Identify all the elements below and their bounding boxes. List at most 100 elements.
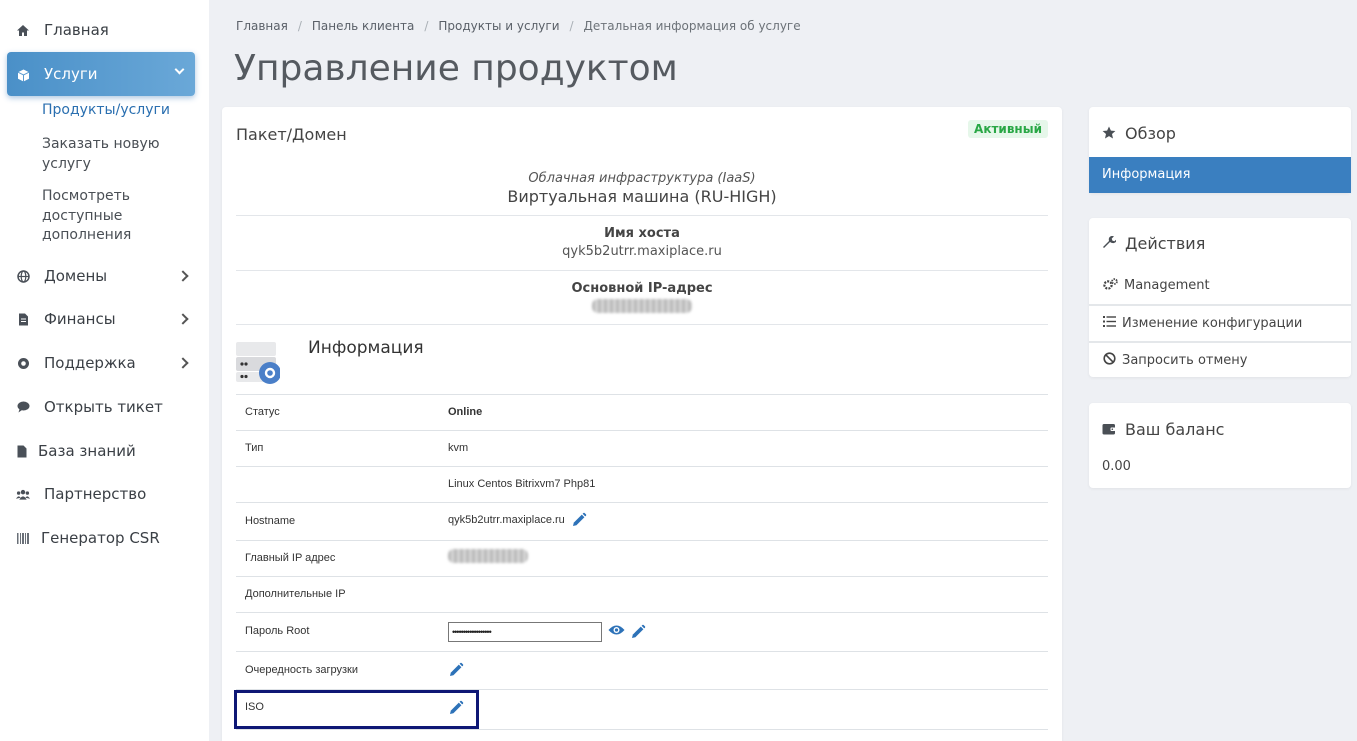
table-row: Очередность загрузки <box>236 651 1048 689</box>
chevron-right-icon <box>177 270 189 282</box>
table-row: Статус Online <box>236 394 1048 430</box>
table-row: Тип kvm <box>236 430 1048 466</box>
table-row: Hostname qyk5b2utrr.maxiplace.ru <box>236 502 1048 540</box>
balance-title-text: Ваш баланс <box>1125 420 1225 439</box>
action-label: Запросить отмену <box>1122 353 1248 368</box>
action-request-cancellation[interactable]: Запросить отмену <box>1089 341 1351 378</box>
sidebar-item-label: Открыть тикет <box>44 398 163 416</box>
star-icon <box>1102 124 1116 143</box>
info-heading: Информация <box>308 338 424 358</box>
sidebar-item-csr-generator[interactable]: Генератор CSR <box>0 528 209 548</box>
sidebar-item-label: Партнерство <box>44 485 147 503</box>
status-badge: Активный <box>968 120 1048 138</box>
comment-icon <box>16 400 30 414</box>
sidebar-item-label: Услуги <box>44 65 98 83</box>
home-icon <box>16 23 30 37</box>
sidebar-item-open-ticket[interactable]: Открыть тикет <box>0 397 209 417</box>
action-label: Management <box>1124 278 1210 293</box>
cube-icon <box>17 67 30 82</box>
table-row: Дополнительные IP <box>236 576 1048 612</box>
table-row: Linux Centos Bitrixvm7 Php81 <box>236 466 1048 502</box>
sidebar-item-services[interactable]: Услуги <box>7 52 195 96</box>
subitem-order-new[interactable]: Заказать новую услугу <box>42 135 192 174</box>
hostname-value: qyk5b2utrr.maxiplace.ru <box>562 244 722 259</box>
eye-icon[interactable] <box>608 624 625 640</box>
sidebar-item-label: Финансы <box>44 310 116 328</box>
breadcrumb-home[interactable]: Главная <box>236 19 288 33</box>
row-value: Linux Centos Bitrixvm7 Php81 <box>448 478 596 490</box>
chevron-down-icon <box>174 64 185 75</box>
actions-title: Действия <box>1102 234 1205 253</box>
lifebuoy-icon <box>16 356 30 370</box>
hostname-label: Имя хоста <box>604 226 680 241</box>
subitem-addons[interactable]: Посмотреть доступные дополнения <box>42 187 192 246</box>
package-title: Пакет/Домен <box>236 125 347 144</box>
breadcrumb-client-area[interactable]: Панель клиента <box>312 19 414 33</box>
edit-password-icon[interactable] <box>630 624 646 640</box>
sidebar-item-domains[interactable]: Домены <box>0 266 209 286</box>
breadcrumb-current: Детальная информация об услуге <box>583 19 801 33</box>
divider <box>236 324 1048 325</box>
password-cell <box>448 622 646 642</box>
breadcrumb: Главная / Панель клиента / Продукты и ус… <box>236 19 801 33</box>
wallet-icon <box>1102 420 1116 439</box>
ban-icon <box>1103 352 1116 369</box>
table-row <box>236 729 1048 741</box>
sidebar-item-label: Генератор CSR <box>41 529 160 547</box>
balance-title: Ваш баланс <box>1102 420 1224 439</box>
primary-ip-label: Основной IP-адрес <box>571 281 713 296</box>
product-category: Облачная инфраструктура (IaaS) <box>528 171 756 186</box>
action-change-config[interactable]: Изменение конфигурации <box>1089 304 1351 341</box>
edit-hostname-icon[interactable] <box>571 512 587 528</box>
overview-title: Обзор <box>1102 124 1176 143</box>
hostname-cell: qyk5b2utrr.maxiplace.ru <box>448 512 587 528</box>
sidebar-item-affiliates[interactable]: Партнерство <box>0 484 209 504</box>
cogs-icon <box>1103 277 1118 294</box>
divider <box>236 270 1048 271</box>
breadcrumb-separator: / <box>424 19 429 33</box>
subitem-products[interactable]: Продукты/услуги <box>42 101 192 121</box>
sidebar-item-knowledgebase[interactable]: База знаний <box>0 441 209 461</box>
product-name: Виртуальная машина (RU-HIGH) <box>507 187 777 206</box>
document-icon <box>16 312 30 326</box>
chevron-right-icon <box>177 313 189 325</box>
table-row: Пароль Root <box>236 612 1048 651</box>
sidebar-item-label: Домены <box>44 267 108 285</box>
chevron-right-icon <box>177 357 189 369</box>
root-password-field[interactable] <box>448 622 602 642</box>
row-key: Главный IP адрес <box>245 552 336 564</box>
overview-title-text: Обзор <box>1125 124 1176 143</box>
primary-ip-redacted <box>236 298 1048 317</box>
row-key: Тип <box>245 442 264 454</box>
row-value: qyk5b2utrr.maxiplace.ru <box>448 514 565 526</box>
balance-card: Ваш баланс 0.00 <box>1089 403 1351 488</box>
balance-amount: 0.00 <box>1102 459 1131 474</box>
sidebar-item-support[interactable]: Поддержка <box>0 353 209 373</box>
row-key: Дополнительные IP <box>245 588 346 600</box>
sidebar-item-home[interactable]: Главная <box>0 20 209 40</box>
sidebar-item-label: Поддержка <box>44 354 136 372</box>
divider <box>236 215 1048 216</box>
iso-row-focus-outline <box>234 690 479 729</box>
page-title: Управление продуктом <box>234 48 678 89</box>
action-management[interactable]: Management <box>1089 267 1351 304</box>
wrench-icon <box>1102 234 1117 253</box>
status-online: Online <box>448 406 483 418</box>
breadcrumb-separator: / <box>569 19 574 33</box>
sidebar-item-finance[interactable]: Финансы <box>0 309 209 329</box>
barcode-icon <box>16 531 30 545</box>
edit-boot-order-icon[interactable] <box>448 662 464 678</box>
row-key: Очередность загрузки <box>245 664 359 676</box>
breadcrumb-products[interactable]: Продукты и услуги <box>438 19 559 33</box>
sidebar-item-label: База знаний <box>38 442 136 460</box>
server-icon <box>236 338 281 386</box>
list-icon <box>1103 316 1116 331</box>
sidebar-item-label: Главная <box>44 21 109 39</box>
action-label: Изменение конфигурации <box>1122 316 1303 331</box>
overview-link-information[interactable]: Информация <box>1089 157 1351 193</box>
boot-order-cell <box>448 662 464 678</box>
sidebar: Главная Услуги Продукты/услуги Заказать … <box>0 0 209 741</box>
overview-card: Обзор Информация <box>1089 107 1351 193</box>
actions-title-text: Действия <box>1125 234 1206 253</box>
users-icon <box>16 487 30 501</box>
